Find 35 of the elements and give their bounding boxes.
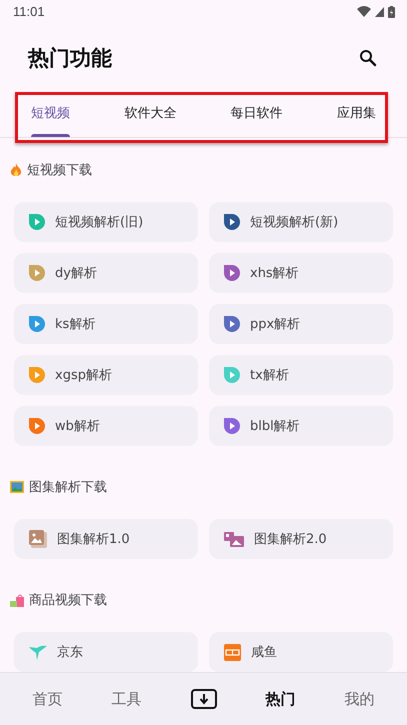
- feature-card[interactable]: wb解析: [14, 406, 198, 446]
- tab[interactable]: 应用集: [336, 91, 376, 136]
- feature-card[interactable]: tx解析: [209, 355, 393, 396]
- page-title: 热门功能: [28, 44, 112, 72]
- section-title: 商品视频下载: [29, 592, 107, 610]
- tab[interactable]: 短视频: [31, 91, 70, 136]
- nav-tab[interactable]: 热门: [266, 690, 296, 709]
- tab[interactable]: 每日软件: [230, 91, 283, 136]
- feature-card[interactable]: 图集解析2.0: [209, 519, 393, 560]
- feature-card[interactable]: xhs解析: [209, 253, 393, 294]
- landscape-picture-icon: [10, 481, 24, 494]
- nav-tab[interactable]: 首页: [32, 690, 62, 709]
- feature-card[interactable]: xgsp解析: [14, 355, 198, 396]
- shopping-bag-icon: [10, 593, 24, 608]
- status-time: 11:01: [13, 4, 45, 20]
- feature-card[interactable]: 短视频解析(旧): [14, 202, 198, 242]
- battery-icon: [388, 6, 395, 18]
- nav-tab[interactable]: 我的: [344, 690, 374, 709]
- tab[interactable]: 软件大全: [124, 91, 176, 136]
- feature-card[interactable]: ppx解析: [209, 304, 393, 344]
- wifi-icon: [357, 6, 371, 18]
- download-icon[interactable]: [190, 689, 216, 710]
- section-title: 图集解析下载: [29, 479, 107, 496]
- feature-card[interactable]: dy解析: [14, 253, 198, 294]
- search-icon[interactable]: [359, 48, 377, 67]
- section-title: 短视频下载: [27, 162, 92, 180]
- signal-icon: [375, 6, 384, 17]
- feature-card[interactable]: ks解析: [14, 304, 198, 344]
- feature-card[interactable]: 京东: [14, 632, 198, 672]
- feature-card[interactable]: 短视频解析(新): [209, 202, 393, 242]
- nav-tab[interactable]: 工具: [112, 690, 142, 709]
- feature-card[interactable]: 图集解析1.0: [14, 519, 198, 560]
- flame-icon: [10, 163, 22, 178]
- feature-card[interactable]: 咸鱼: [209, 632, 393, 672]
- feature-card[interactable]: blbl解析: [209, 406, 393, 446]
